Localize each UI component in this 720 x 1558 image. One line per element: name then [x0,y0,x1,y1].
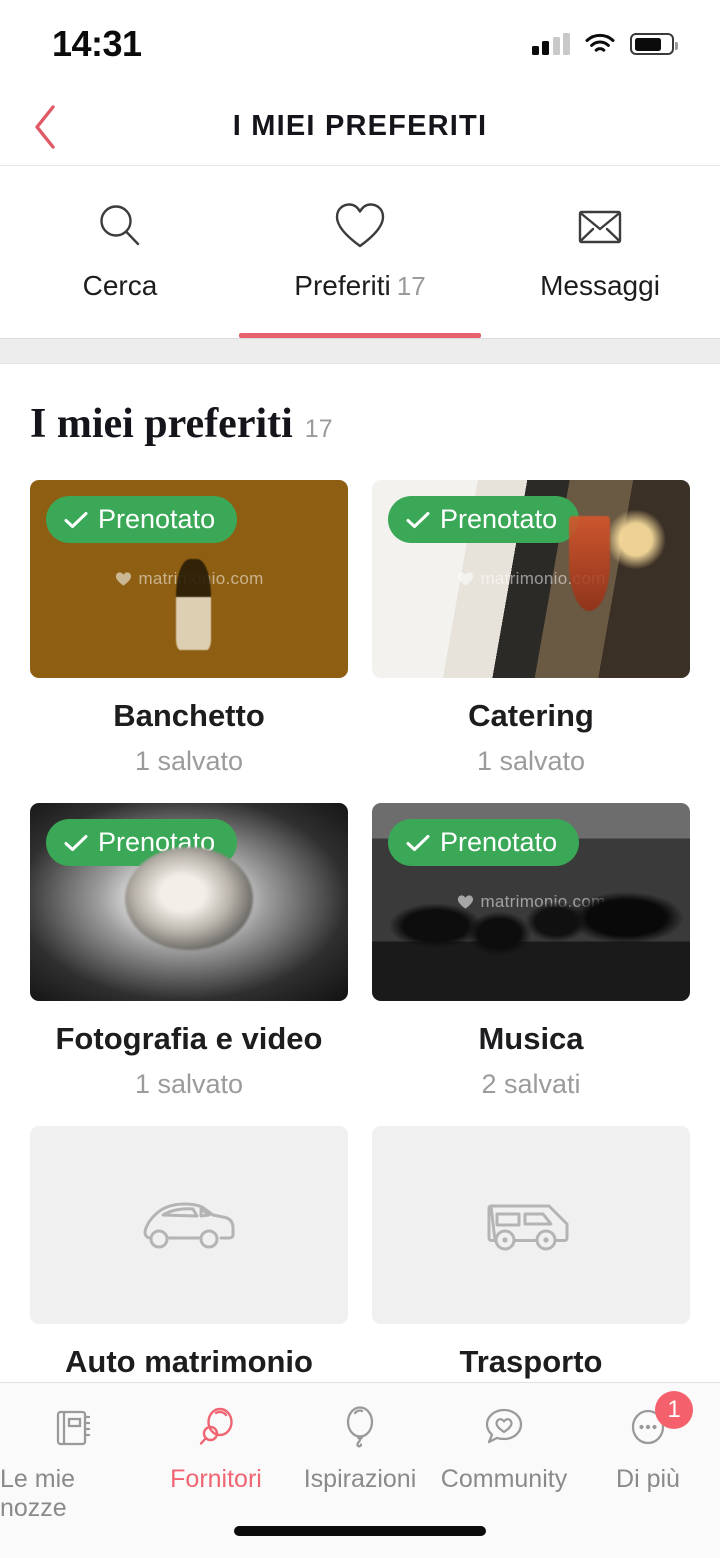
tab-messaggi-label: Messaggi [540,270,660,302]
card-image: matrimonio.com Prenotato [30,480,348,678]
card-image: Prenotato [30,803,348,1001]
tab-messaggi[interactable]: Messaggi [480,166,720,338]
card-image-placeholder [30,1126,348,1324]
active-tab-underline [239,333,481,338]
category-card[interactable]: matrimonio.com Prenotato Catering 1 salv… [372,480,690,777]
card-title: Catering [468,698,594,734]
search-ring-icon [191,1399,241,1457]
nav-di-piu[interactable]: 1 Di più [576,1399,720,1494]
watermark-text: matrimonio.com [480,569,605,589]
status-badge: Prenotato [46,496,237,543]
back-button[interactable] [18,99,74,155]
status-bar: 14:31 [0,0,720,88]
search-icon [92,196,148,258]
nav-community[interactable]: Community [432,1399,576,1494]
card-image: matrimonio.com Prenotato [372,480,690,678]
wifi-icon [585,33,615,55]
check-icon [406,511,430,529]
status-badge-text: Prenotato [98,829,215,856]
nav-label: Fornitori [170,1465,262,1494]
status-badge: Prenotato [46,819,237,866]
status-badge: Prenotato [388,496,579,543]
minibus-icon [483,1194,579,1256]
watermark: matrimonio.com [456,569,605,589]
favorites-content: I miei preferiti 17 matrimonio.com [0,364,720,1382]
category-grid: matrimonio.com Prenotato Banchetto 1 sal… [0,480,720,1382]
tab-preferiti-label: Preferiti17 [294,270,425,302]
segment-tabbar: Cerca Preferiti17 M [0,166,720,338]
card-title: Musica [478,1021,583,1057]
heart-icon [332,196,388,258]
heart-watermark-icon [456,894,474,910]
card-saved-count: 1 salvato [135,1069,243,1100]
classic-car-icon [141,1194,237,1256]
status-badge-text: Prenotato [440,829,557,856]
section-title: I miei preferiti [30,400,293,448]
notebook-icon [47,1399,97,1457]
check-icon [406,834,430,852]
card-title: Auto matrimonio [65,1344,313,1380]
heart-watermark-icon [114,571,132,587]
category-card[interactable]: Prenotato Fotografia e video 1 salvato [30,803,348,1100]
watermark: matrimonio.com [114,569,263,589]
envelope-icon [572,196,628,258]
home-indicator [234,1526,486,1536]
tab-preferiti-count: 17 [397,271,426,301]
status-badge-text: Prenotato [98,506,215,533]
nav-label: Le mie nozze [0,1465,144,1523]
card-saved-count: 1 salvato [135,746,243,777]
card-image-placeholder [372,1126,690,1324]
status-badge-text: Prenotato [440,506,557,533]
page-title: I MIEI PREFERITI [233,110,487,143]
card-title: Fotografia e video [56,1021,323,1057]
chevron-left-icon [31,103,61,151]
card-title: Trasporto [460,1344,603,1380]
card-saved-count: 1 salvato [477,746,585,777]
status-indicators [532,33,675,55]
more-dots-circle-icon: 1 [623,1399,673,1457]
category-card[interactable]: Trasporto 0 salvati [372,1126,690,1382]
category-card[interactable]: matrimonio.com Prenotato Musica 2 salvat… [372,803,690,1100]
app-screen: 14:31 I MIEI PREFERITI [0,0,720,1558]
card-saved-count: 2 salvati [481,1069,580,1100]
tab-preferiti[interactable]: Preferiti17 [240,166,480,338]
balloon-icon [335,1399,385,1457]
category-card[interactable]: Auto matrimonio 0 salvati [30,1126,348,1382]
tab-cerca-label: Cerca [83,270,158,302]
cellular-signal-icon [532,33,571,55]
nav-label: Di più [616,1465,680,1494]
notification-badge: 1 [655,1391,693,1429]
tab-preferiti-text: Preferiti [294,270,390,301]
section-divider [0,338,720,364]
tab-cerca-text: Cerca [83,270,158,301]
status-badge: Prenotato [388,819,579,866]
card-image: matrimonio.com Prenotato [372,803,690,1001]
watermark-text: matrimonio.com [138,569,263,589]
bottom-navigation: Le mie nozze Fornitori [0,1382,720,1558]
battery-icon [630,33,674,55]
heart-watermark-icon [456,571,474,587]
section-count: 17 [305,415,333,444]
tab-messaggi-text: Messaggi [540,270,660,301]
watermark: matrimonio.com [456,892,605,912]
nav-fornitori[interactable]: Fornitori [144,1399,288,1494]
status-time: 14:31 [52,23,142,65]
section-header: I miei preferiti 17 [0,364,720,448]
nav-le-mie-nozze[interactable]: Le mie nozze [0,1399,144,1523]
chat-heart-icon [479,1399,529,1457]
check-icon [64,834,88,852]
nav-label: Community [441,1465,567,1494]
nav-header: I MIEI PREFERITI [0,88,720,166]
check-icon [64,511,88,529]
category-card[interactable]: matrimonio.com Prenotato Banchetto 1 sal… [30,480,348,777]
card-title: Banchetto [113,698,265,734]
nav-ispirazioni[interactable]: Ispirazioni [288,1399,432,1494]
watermark-text: matrimonio.com [480,892,605,912]
tab-cerca[interactable]: Cerca [0,166,240,338]
nav-label: Ispirazioni [304,1465,417,1494]
